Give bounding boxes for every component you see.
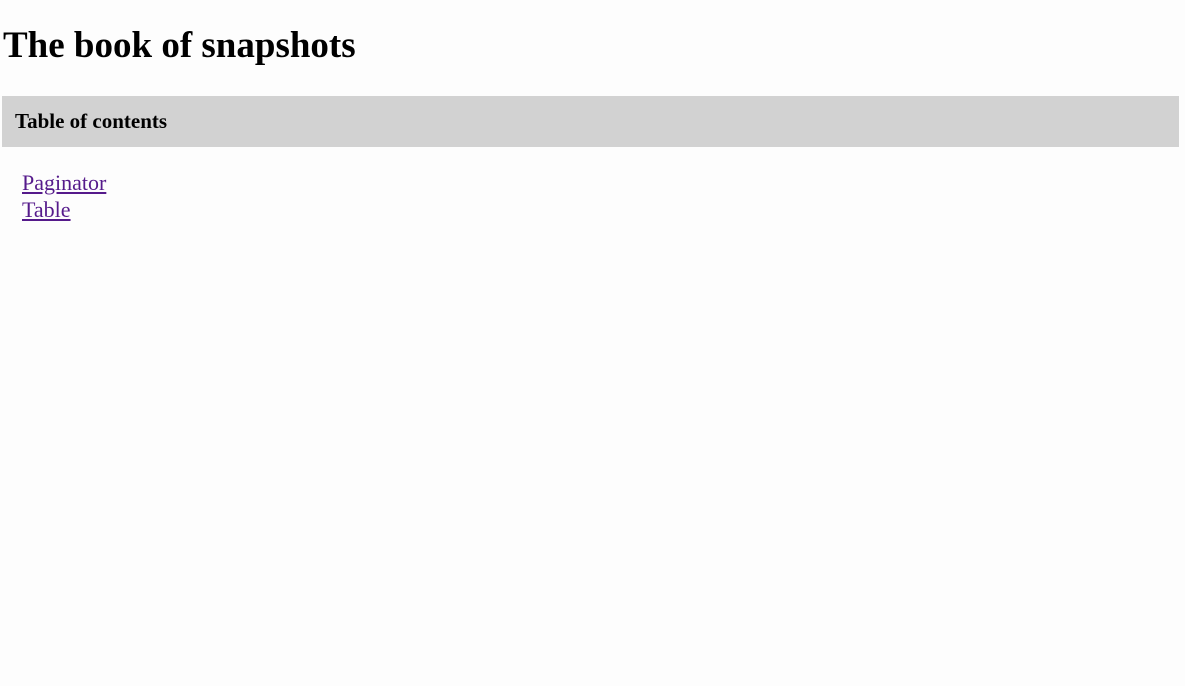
toc-item: Table <box>22 196 106 223</box>
toc-link-table[interactable]: Table <box>22 197 71 222</box>
toc-list: Paginator Table <box>22 169 106 223</box>
toc-header: Table of contents <box>2 96 1179 147</box>
toc-link-paginator[interactable]: Paginator <box>22 170 106 195</box>
toc-heading: Table of contents <box>15 109 168 133</box>
page-title: The book of snapshots <box>3 25 356 66</box>
toc-item: Paginator <box>22 169 106 196</box>
